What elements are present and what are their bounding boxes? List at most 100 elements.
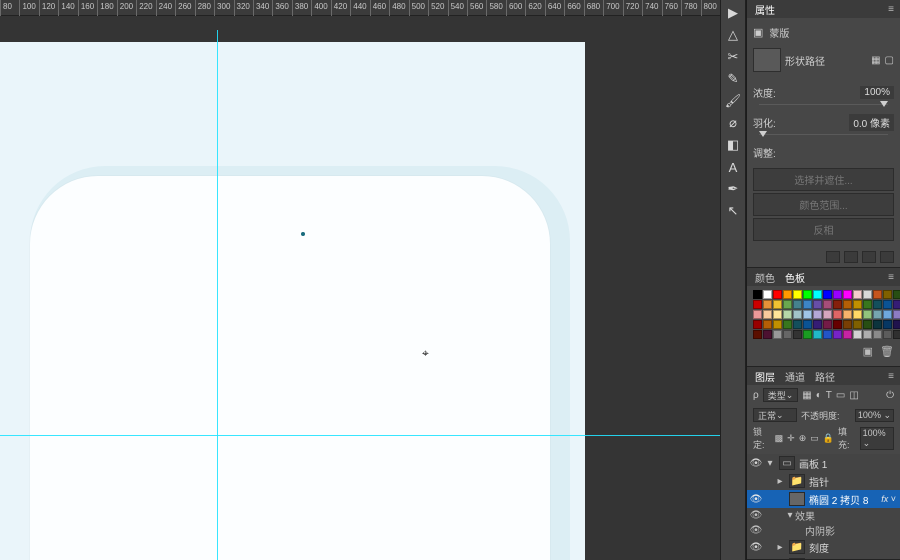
disclosure-triangle-icon[interactable]: ▸ — [775, 476, 785, 487]
layer-filter-search-icon[interactable]: ρ — [753, 390, 759, 401]
fill-value[interactable]: 100% ⌄ — [860, 427, 894, 450]
link-mask-icon[interactable]: ▦ — [871, 55, 880, 66]
swatch[interactable] — [753, 310, 762, 319]
eyedropper-tool[interactable]: ✎ — [721, 68, 745, 90]
panel-menu-icon[interactable]: ≡ — [888, 272, 894, 283]
lock-pixels-icon[interactable]: ⊕ — [799, 433, 807, 444]
filter-type-icon[interactable]: T — [826, 390, 832, 401]
disclosure-triangle-icon[interactable]: ▸ — [775, 542, 785, 553]
swatch[interactable] — [773, 300, 782, 309]
swatch[interactable] — [813, 290, 822, 299]
lock-position-icon[interactable]: ✛ — [787, 433, 795, 444]
swatch[interactable] — [873, 310, 882, 319]
swatch[interactable] — [843, 320, 852, 329]
lock-all-icon[interactable]: ▩ — [775, 433, 784, 444]
swatch[interactable] — [773, 310, 782, 319]
pen-tool[interactable]: ✒ — [721, 178, 745, 200]
feather-value[interactable]: 0.0 像素 — [849, 114, 894, 131]
swatch[interactable] — [783, 300, 792, 309]
swatch[interactable] — [813, 300, 822, 309]
lock-icon[interactable]: 🔒 — [823, 433, 834, 444]
swatch[interactable] — [763, 300, 772, 309]
swatch[interactable] — [823, 320, 832, 329]
mask-delete-icon[interactable] — [880, 251, 894, 263]
swatch[interactable] — [773, 320, 782, 329]
filter-pixel-icon[interactable]: ▦ — [802, 390, 811, 401]
visibility-toggle-icon[interactable]: 👁 — [747, 525, 765, 536]
brush-tool[interactable]: 🖌 — [721, 90, 745, 112]
swatch[interactable] — [893, 330, 900, 339]
swatch[interactable] — [833, 320, 842, 329]
disclosure-triangle-icon[interactable]: ▾ — [785, 510, 795, 521]
tab-swatches[interactable]: 色板 — [783, 268, 807, 287]
layer-name[interactable]: 内阴影 — [805, 523, 900, 538]
type-tool[interactable]: A — [721, 156, 745, 178]
ruler-horizontal[interactable]: 8010012014016018020022024026028030032034… — [0, 0, 720, 16]
layer-thumbnail[interactable] — [789, 492, 805, 506]
swatch[interactable] — [803, 320, 812, 329]
layer-row[interactable]: 👁椭圆 1fx ˅ — [747, 556, 900, 559]
swatch[interactable] — [803, 310, 812, 319]
tab-paths[interactable]: 路径 — [813, 367, 837, 386]
fx-badge[interactable]: fx ˅ — [877, 494, 900, 504]
crop-tool[interactable]: ✂ — [721, 46, 745, 68]
swatch[interactable] — [773, 290, 782, 299]
opacity-value[interactable]: 100% ⌄ — [855, 409, 894, 422]
density-value[interactable]: 100% — [860, 86, 894, 99]
swatch[interactable] — [833, 300, 842, 309]
disclosure-triangle-icon[interactable]: ▾ — [765, 458, 775, 469]
swatch[interactable] — [883, 290, 892, 299]
canvas-workspace[interactable]: 8010012014016018020022024026028030032034… — [0, 0, 720, 560]
swatch[interactable] — [763, 330, 772, 339]
delete-swatch-icon[interactable]: 🗑 — [880, 345, 894, 358]
swatch[interactable] — [753, 330, 762, 339]
new-swatch-icon[interactable]: ▣ — [863, 345, 873, 358]
swatch[interactable] — [863, 320, 872, 329]
swatch[interactable] — [813, 320, 822, 329]
swatch[interactable] — [813, 330, 822, 339]
swatch[interactable] — [853, 290, 862, 299]
panel-menu-icon[interactable]: ≡ — [888, 4, 894, 15]
swatch[interactable] — [853, 310, 862, 319]
swatch[interactable] — [793, 300, 802, 309]
layer-filter-kind[interactable]: 类型 ⌄ — [763, 388, 799, 402]
swatch[interactable] — [853, 320, 862, 329]
visibility-toggle-icon[interactable]: 👁 — [747, 494, 765, 505]
layer-name[interactable]: 椭圆 2 拷贝 8 — [809, 492, 877, 507]
swatch[interactable] — [843, 330, 852, 339]
swatch[interactable] — [823, 300, 832, 309]
swatch[interactable] — [863, 300, 872, 309]
swatch[interactable] — [773, 330, 782, 339]
swatch[interactable] — [843, 310, 852, 319]
swatch[interactable] — [883, 300, 892, 309]
mask-load-selection-icon[interactable] — [826, 251, 840, 263]
invert-button[interactable]: 反相 — [753, 218, 894, 241]
visibility-toggle-icon[interactable]: 👁 — [747, 458, 765, 469]
filter-adjust-icon[interactable]: ◐ — [816, 390, 822, 401]
swatch[interactable] — [873, 290, 882, 299]
guide-vertical[interactable] — [217, 30, 218, 560]
swatch[interactable] — [793, 310, 802, 319]
swatch[interactable] — [763, 310, 772, 319]
swatch[interactable] — [793, 330, 802, 339]
tab-color[interactable]: 颜色 — [753, 268, 777, 287]
swatch[interactable] — [813, 310, 822, 319]
swatch[interactable] — [783, 310, 792, 319]
swatch[interactable] — [803, 330, 812, 339]
filter-shape-icon[interactable]: ▭ — [836, 390, 845, 401]
path-select-tool[interactable]: ↖ — [721, 200, 745, 222]
direct-select-tool[interactable]: △ — [721, 24, 745, 46]
panel-menu-icon[interactable]: ≡ — [888, 371, 894, 382]
visibility-toggle-icon[interactable]: 👁 — [747, 542, 765, 553]
swatch[interactable] — [823, 310, 832, 319]
swatch[interactable] — [783, 290, 792, 299]
swatch[interactable] — [803, 300, 812, 309]
layer-effects-header[interactable]: 👁▾效果 — [747, 508, 900, 523]
swatch[interactable] — [883, 310, 892, 319]
swatch[interactable] — [783, 320, 792, 329]
layer-effect-item[interactable]: 👁 内阴影 — [747, 523, 900, 538]
swatch[interactable] — [803, 290, 812, 299]
visibility-toggle-icon[interactable]: 👁 — [747, 510, 765, 521]
swatch[interactable] — [793, 290, 802, 299]
layer-name[interactable]: 椭圆 1 — [809, 558, 877, 560]
